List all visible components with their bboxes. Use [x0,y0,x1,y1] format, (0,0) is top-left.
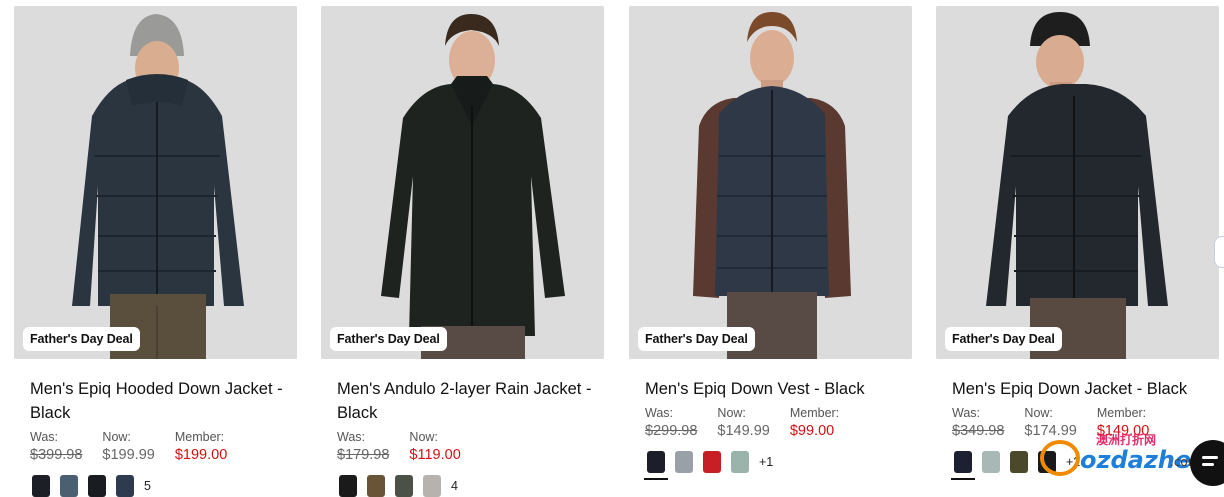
product-card[interactable]: Father's Day Deal Men's Epiq Down Vest -… [629,6,912,480]
product-photo [629,6,912,359]
color-swatches: +1 [644,451,912,480]
product-card[interactable]: Father's Day Deal Men's Epiq Hooded Down… [14,6,297,497]
price-block: Was: $179.98 Now: $119.00 [337,429,604,465]
color-swatch[interactable] [982,451,1000,473]
now-label: Now: [409,430,438,444]
product-image[interactable]: Father's Day Deal [321,6,604,359]
member-label: Member: [174,430,225,444]
product-image[interactable]: Father's Day Deal [14,6,297,359]
color-swatch[interactable] [395,475,413,497]
chat-icon [1202,456,1218,466]
now-label: Now: [102,430,131,444]
deal-badge: Father's Day Deal [638,327,755,351]
color-swatch[interactable] [60,475,78,497]
product-card[interactable]: Father's Day Deal Men's Epiq Down Jacket… [936,6,1219,480]
was-price: $299.98 [645,423,698,439]
now-price: $119.00 [409,447,461,463]
was-label: Was: [337,430,366,444]
product-photo [936,6,1219,359]
color-swatch[interactable] [1010,451,1028,473]
chat-button[interactable] [1190,440,1224,486]
color-swatch[interactable] [88,475,106,497]
color-swatch-selected[interactable] [644,451,668,480]
color-swatches: 4 [339,475,604,497]
product-card[interactable]: Father's Day Deal Men's Andulo 2-layer R… [321,6,604,497]
deal-badge: Father's Day Deal [330,327,447,351]
member-price: $199.00 [174,447,228,463]
color-swatch[interactable] [675,451,693,473]
color-swatch[interactable] [703,451,721,473]
color-swatch[interactable] [32,475,50,497]
was-price: $399.98 [30,447,83,463]
was-label: Was: [645,406,674,420]
was-label: Was: [952,406,981,420]
watermark-top-text: 澳洲打折网 [1096,432,1156,447]
now-label: Now: [717,406,746,420]
more-colors-count[interactable]: 4 [451,479,458,493]
was-price: $179.98 [337,447,390,463]
now-label: Now: [1024,406,1053,420]
product-title[interactable]: Men's Epiq Down Vest - Black [645,377,900,401]
product-title[interactable]: Men's Andulo 2-layer Rain Jacket - Black [337,377,592,425]
product-title[interactable]: Men's Epiq Hooded Down Jacket - Black [30,377,285,425]
was-price: $349.98 [952,423,1005,439]
deal-badge: Father's Day Deal [945,327,1062,351]
product-photo [14,6,297,359]
member-label: Member: [1096,406,1147,420]
now-price: $199.99 [102,447,155,463]
color-swatch[interactable] [731,451,749,473]
was-label: Was: [30,430,59,444]
more-colors-count[interactable]: 5 [144,479,151,493]
price-block: Was: $299.98 Now: $149.99 Member: $99.00 [645,405,912,441]
member-label: Member: [789,406,840,420]
product-title[interactable]: Men's Epiq Down Jacket - Black [952,377,1207,401]
price-block: Was: $399.98 Now: $199.99 Member: $199.0… [30,429,297,465]
member-price: $99.00 [789,423,835,439]
product-photo [321,6,604,359]
product-image[interactable]: Father's Day Deal [629,6,912,359]
color-swatch[interactable] [423,475,441,497]
color-swatches: 5 [32,475,297,497]
more-colors-count[interactable]: +1 [759,455,773,469]
color-swatch[interactable] [339,475,357,497]
carousel-next-button[interactable] [1214,236,1224,268]
color-swatch[interactable] [367,475,385,497]
color-swatch-selected[interactable] [951,451,975,480]
deal-badge: Father's Day Deal [23,327,140,351]
now-price: $149.99 [717,423,770,439]
color-swatch[interactable] [116,475,134,497]
product-image[interactable]: Father's Day Deal [936,6,1219,359]
